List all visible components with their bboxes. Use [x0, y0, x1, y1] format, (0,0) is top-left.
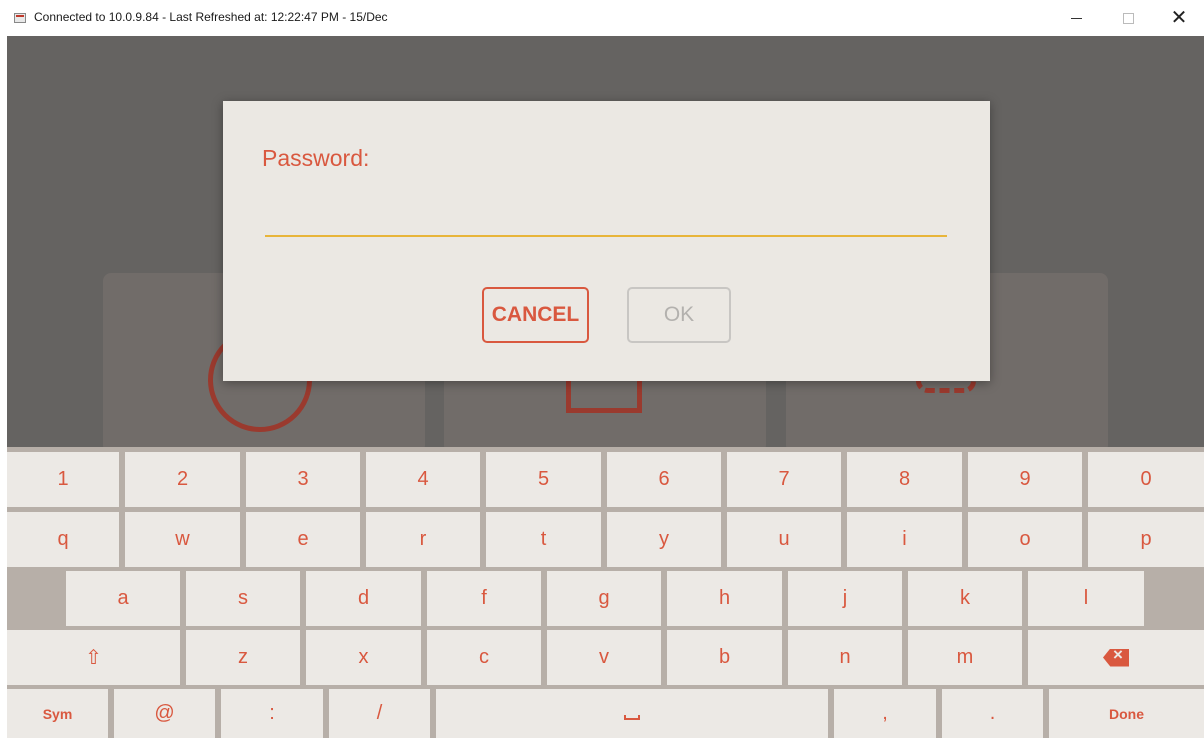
ok-button[interactable]: OK: [627, 287, 731, 343]
key-m[interactable]: m: [908, 630, 1022, 685]
key-at[interactable]: @: [114, 689, 215, 738]
key-p[interactable]: p: [1088, 512, 1204, 567]
key-8[interactable]: 8: [847, 452, 962, 507]
key-s[interactable]: s: [186, 571, 300, 626]
key-colon[interactable]: :: [221, 689, 323, 738]
close-icon: ✕: [1170, 7, 1188, 29]
key-1[interactable]: 1: [7, 452, 119, 507]
app-window-icon: [14, 13, 26, 23]
on-screen-keyboard: 1 2 3 4 5 6 7 8 9 0 q w e r t y u i o p …: [7, 447, 1204, 738]
key-5[interactable]: 5: [486, 452, 601, 507]
key-t[interactable]: t: [486, 512, 601, 567]
space-key[interactable]: [436, 689, 828, 738]
done-key[interactable]: Done: [1049, 689, 1204, 738]
close-button[interactable]: ✕: [1156, 0, 1202, 36]
key-h[interactable]: h: [667, 571, 782, 626]
key-u[interactable]: u: [727, 512, 841, 567]
key-9[interactable]: 9: [968, 452, 1082, 507]
minimize-button[interactable]: [1053, 0, 1099, 36]
key-e[interactable]: e: [246, 512, 360, 567]
key-2[interactable]: 2: [125, 452, 240, 507]
backspace-key[interactable]: [1028, 630, 1204, 685]
window-title: Connected to 10.0.9.84 - Last Refreshed …: [34, 10, 388, 24]
key-g[interactable]: g: [547, 571, 661, 626]
key-3[interactable]: 3: [246, 452, 360, 507]
key-f[interactable]: f: [427, 571, 541, 626]
key-z[interactable]: z: [186, 630, 300, 685]
key-c[interactable]: c: [427, 630, 541, 685]
key-i[interactable]: i: [847, 512, 962, 567]
key-d[interactable]: d: [306, 571, 421, 626]
minimize-icon: [1070, 17, 1082, 19]
shift-arrow-icon: ⇧: [85, 647, 102, 669]
key-6[interactable]: 6: [607, 452, 721, 507]
maximize-icon: [1122, 12, 1134, 24]
password-input[interactable]: [265, 201, 947, 237]
key-w[interactable]: w: [125, 512, 240, 567]
shift-key[interactable]: ⇧: [7, 630, 180, 685]
sym-key[interactable]: Sym: [7, 689, 108, 738]
password-label: Password:: [262, 145, 370, 171]
key-l[interactable]: l: [1028, 571, 1144, 626]
window-title-bar: Connected to 10.0.9.84 - Last Refreshed …: [0, 0, 1204, 36]
maximize-button[interactable]: [1105, 0, 1151, 36]
key-a[interactable]: a: [66, 571, 180, 626]
key-b[interactable]: b: [667, 630, 782, 685]
key-n[interactable]: n: [788, 630, 902, 685]
cancel-button[interactable]: CANCEL: [482, 287, 589, 343]
key-slash[interactable]: /: [329, 689, 430, 738]
key-comma[interactable]: ,: [834, 689, 936, 738]
key-y[interactable]: y: [607, 512, 721, 567]
key-q[interactable]: q: [7, 512, 119, 567]
password-dialog: Password: CANCEL OK: [223, 101, 990, 381]
key-x[interactable]: x: [306, 630, 421, 685]
key-o[interactable]: o: [968, 512, 1082, 567]
key-k[interactable]: k: [908, 571, 1022, 626]
key-period[interactable]: .: [942, 689, 1043, 738]
key-r[interactable]: r: [366, 512, 480, 567]
key-7[interactable]: 7: [727, 452, 841, 507]
space-bar-icon: [624, 715, 640, 720]
key-j[interactable]: j: [788, 571, 902, 626]
key-4[interactable]: 4: [366, 452, 480, 507]
key-0[interactable]: 0: [1088, 452, 1204, 507]
backspace-icon: [1103, 648, 1129, 667]
key-v[interactable]: v: [547, 630, 661, 685]
